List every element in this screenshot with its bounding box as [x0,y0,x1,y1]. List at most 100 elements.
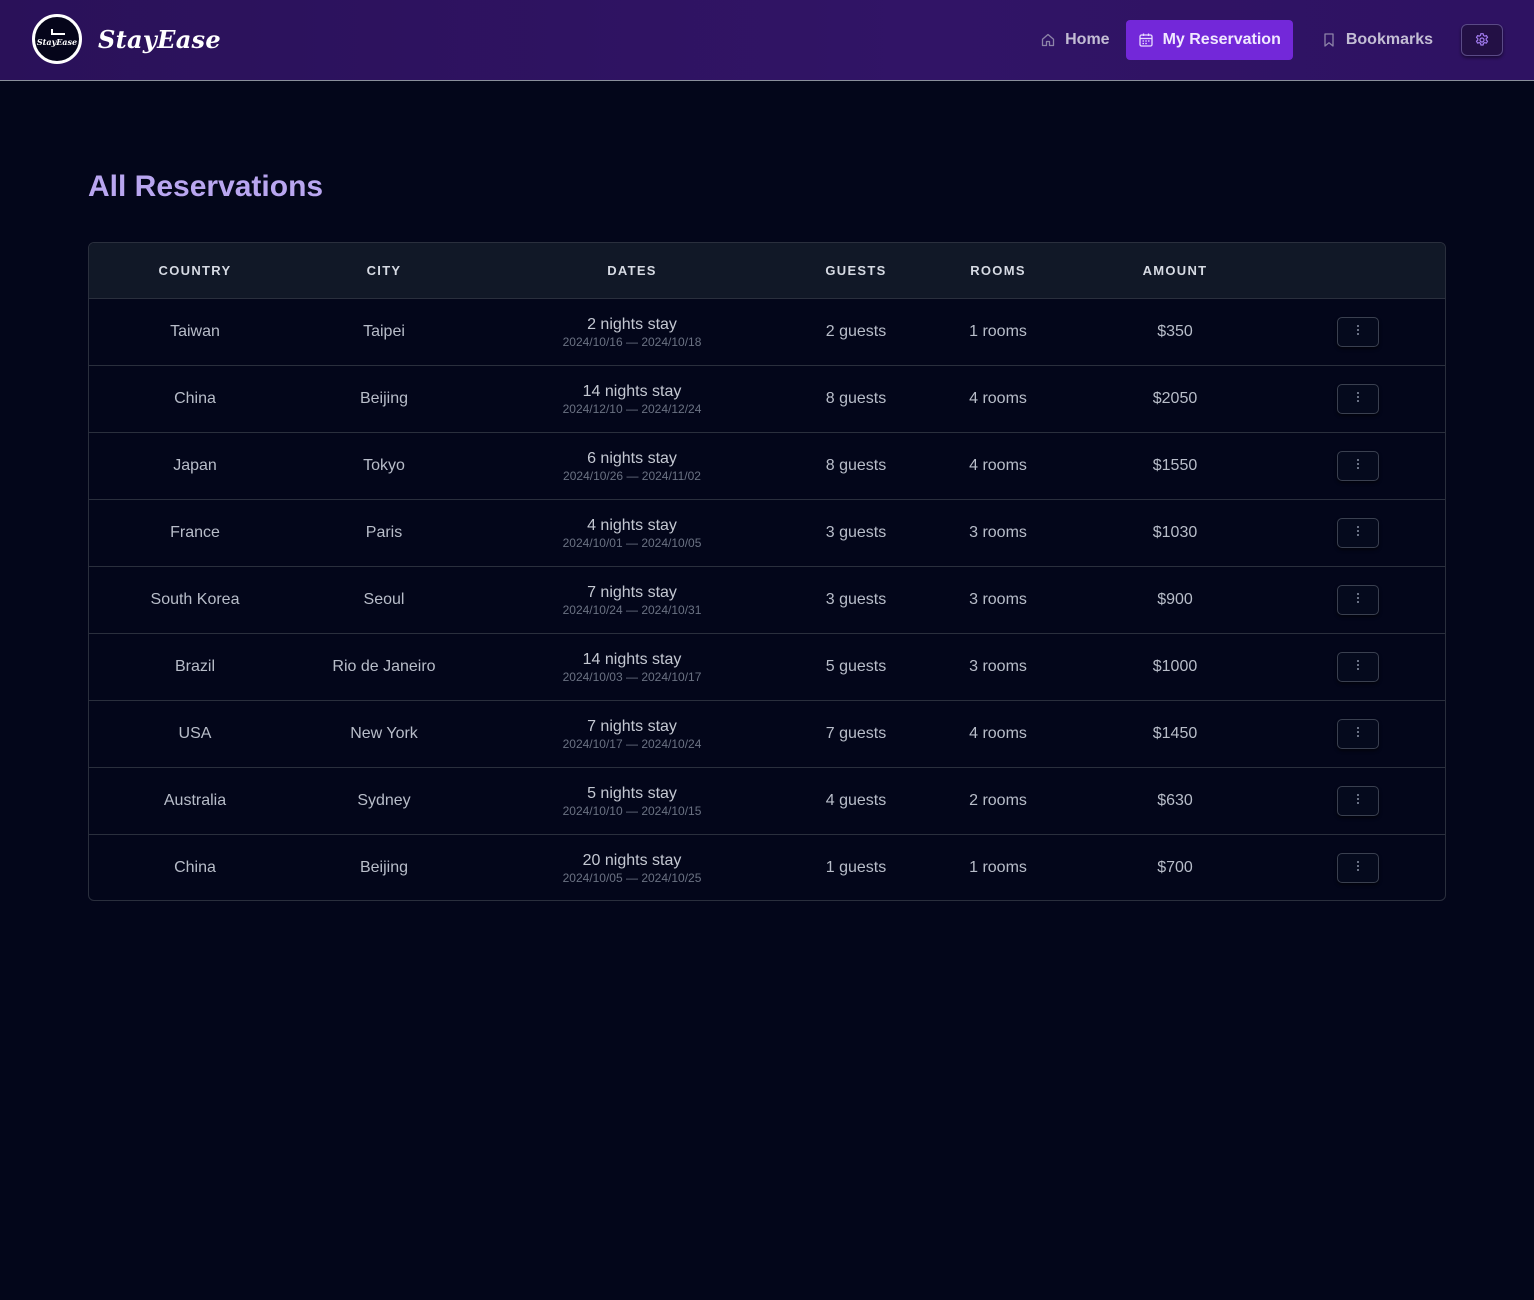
cell-city: Rio de Janeiro [332,657,436,675]
stay-length: 7 nights stay [587,717,677,735]
table-row: China Beijing 14 nights stay 2024/12/10 … [89,365,1445,432]
nav-my-reservation-label: My Reservation [1162,31,1281,48]
brand-name: StayEase [98,24,221,54]
cell-actions [1269,834,1445,900]
nav-home[interactable]: Home [1028,20,1121,60]
row-menu-button[interactable] [1337,718,1379,749]
stay-length: 7 nights stay [587,583,677,601]
cell-amount: $1030 [1152,523,1198,541]
row-menu-button[interactable] [1337,651,1379,682]
date-range: 2024/10/05 — 2024/10/25 [562,870,702,885]
cell-dates: 7 nights stay 2024/10/24 — 2024/10/31 [467,566,797,633]
table-header-row: COUNTRY CITY DATES GUESTS ROOMS AMOUNT [89,243,1445,299]
cell-country: France [170,523,220,541]
home-icon [1040,32,1056,48]
cell-city: Sydney [357,791,411,809]
cell-dates: 2 nights stay 2024/10/16 — 2024/10/18 [467,298,797,365]
more-vertical-icon [1356,592,1360,607]
column-header-rooms: ROOMS [915,243,1081,299]
stay-length: 6 nights stay [587,449,677,467]
cell-guests: 8 guests [825,389,887,407]
table-row: USA New York 7 nights stay 2024/10/17 — … [89,700,1445,767]
bookmark-icon [1321,32,1337,48]
cell-country: Australia [163,791,227,809]
cell-amount: $350 [1157,322,1193,340]
cell-amount: $630 [1157,791,1193,809]
stay-length: 4 nights stay [587,516,677,534]
cell-country: South Korea [150,590,240,608]
cell-rooms: 4 rooms [969,456,1027,474]
table-row: China Beijing 20 nights stay 2024/10/05 … [89,834,1445,900]
cell-actions [1269,298,1445,365]
date-range: 2024/10/17 — 2024/10/24 [562,736,702,751]
cell-actions [1269,700,1445,767]
cell-dates: 6 nights stay 2024/10/26 — 2024/11/02 [467,432,797,499]
settings-button[interactable] [1461,24,1503,56]
logo: StayEase [32,14,82,64]
nav-bookmarks[interactable]: Bookmarks [1309,20,1445,60]
cell-country: Brazil [174,657,215,675]
logo-text: StayEase [36,37,78,47]
cell-city: Tokyo [363,456,405,474]
date-range: 2024/12/10 — 2024/12/24 [562,401,702,416]
row-menu-button[interactable] [1337,383,1379,414]
page-title: All Reservations [88,170,324,203]
nav-my-reservation[interactable]: My Reservation [1125,20,1293,60]
cell-city: Seoul [363,590,405,608]
more-vertical-icon [1356,793,1360,808]
cell-country: USA [178,724,212,742]
cell-dates: 7 nights stay 2024/10/17 — 2024/10/24 [467,700,797,767]
more-vertical-icon [1356,860,1360,875]
cell-guests: 3 guests [825,590,887,608]
cell-rooms: 3 rooms [969,590,1027,608]
cell-rooms: 3 rooms [969,657,1027,675]
column-header-actions [1269,243,1445,299]
nav-bookmarks-label: Bookmarks [1345,31,1433,48]
cell-guests: 2 guests [825,322,887,340]
row-menu-button[interactable] [1337,450,1379,481]
cell-amount: $1000 [1152,657,1198,675]
table-row: Brazil Rio de Janeiro 14 nights stay 202… [89,633,1445,700]
cell-city: New York [350,724,418,742]
table-row: France Paris 4 nights stay 2024/10/01 — … [89,499,1445,566]
cell-guests: 3 guests [825,523,887,541]
cell-dates: 5 nights stay 2024/10/10 — 2024/10/15 [467,767,797,834]
cell-dates: 14 nights stay 2024/12/10 — 2024/12/24 [467,365,797,432]
brand[interactable]: StayEase StayEase [32,14,221,64]
cell-amount: $700 [1157,858,1193,876]
stay-length: 20 nights stay [582,851,682,869]
date-range: 2024/10/26 — 2024/11/02 [563,468,701,483]
column-header-guests: GUESTS [797,243,915,299]
table-row: Taiwan Taipei 2 nights stay 2024/10/16 —… [89,298,1445,365]
more-vertical-icon [1356,726,1360,741]
column-header-city: CITY [301,243,467,299]
cell-city: Paris [365,523,403,541]
cell-actions [1269,365,1445,432]
reservations-table: COUNTRY CITY DATES GUESTS ROOMS AMOUNT T… [88,242,1446,901]
cell-actions [1269,432,1445,499]
cell-guests: 4 guests [825,791,887,809]
row-menu-button[interactable] [1337,584,1379,615]
cell-guests: 1 guests [825,858,887,876]
cell-actions [1269,767,1445,834]
cell-rooms: 2 rooms [969,791,1027,809]
calendar-icon [1138,32,1154,48]
date-range: 2024/10/10 — 2024/10/15 [562,803,702,818]
row-menu-button[interactable] [1337,852,1379,883]
cell-rooms: 4 rooms [969,724,1027,742]
stay-length: 14 nights stay [582,650,682,668]
cell-dates: 14 nights stay 2024/10/03 — 2024/10/17 [467,633,797,700]
cell-guests: 5 guests [825,657,887,675]
row-menu-button[interactable] [1337,785,1379,816]
cell-actions [1269,566,1445,633]
main-nav: Home My Reservation Bookmarks [1024,20,1503,60]
gear-icon [1474,32,1490,48]
stay-length: 5 nights stay [587,784,677,802]
date-range: 2024/10/16 — 2024/10/18 [562,334,702,349]
column-header-country: COUNTRY [89,243,301,299]
row-menu-button[interactable] [1337,316,1379,347]
cell-amount: $1450 [1152,724,1198,742]
date-range: 2024/10/01 — 2024/10/05 [562,535,702,550]
row-menu-button[interactable] [1337,517,1379,548]
stay-length: 14 nights stay [582,382,682,400]
